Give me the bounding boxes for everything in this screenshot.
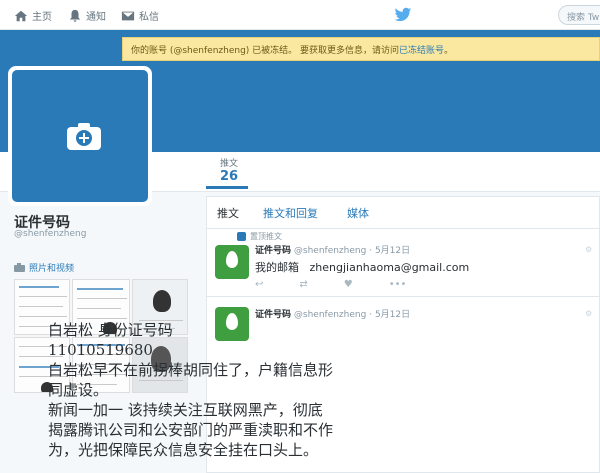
tweet-date[interactable]: 5月12日: [375, 246, 410, 256]
doc-header: [19, 286, 59, 288]
pin-icon: [237, 232, 246, 241]
photos-videos-label: 照片和视频: [29, 264, 75, 274]
tweet-line: 白岩松 身份证号码: [48, 321, 173, 339]
notice-text: 你的账号 (@shenfenzheng) 已被冻结。 要获取更多信息，请访问: [131, 46, 400, 56]
envelope-icon: [121, 11, 135, 20]
tweet-actions: ↩ ⇄ ♥ •••: [255, 279, 406, 290]
tweet-line: 揭露腾讯公司和公安部门的严重渎职和不作: [48, 421, 334, 439]
tweet-body-text: 白岩松 身份证号码 11010519680 白岩松早不在前拐棒胡同住了，户籍信息…: [48, 320, 393, 460]
tweet-text-email: zhengjianhaoma@gmail.com: [309, 261, 470, 274]
nav-home-label: 主页: [32, 12, 52, 23]
doc-line: [77, 298, 127, 299]
camera-icon: [14, 263, 25, 272]
tab-tweets-replies[interactable]: 推文和回复: [263, 205, 318, 221]
timeline-tabs: 推文 推文和回复 媒体: [207, 197, 600, 229]
tweets-stat-label: 推文: [219, 159, 238, 169]
tab-tweets[interactable]: 推文: [217, 205, 239, 221]
tweet-line: 为，光把保障民众信息安全挂在口头上。: [48, 441, 319, 459]
tweet-author-name[interactable]: 证件号码: [255, 246, 291, 256]
pinned-indicator: 置顶推文: [237, 231, 282, 242]
suspended-account-link[interactable]: 已冻结账号: [399, 46, 444, 56]
home-icon: [14, 10, 28, 21]
retweet-icon[interactable]: ⇄: [299, 279, 307, 290]
tweet-header: 证件号码 @shenfenzheng · 5月12日: [255, 310, 411, 320]
add-photo-camera-icon: [67, 123, 101, 150]
photo-face: [153, 290, 171, 312]
twitter-bird-icon[interactable]: [394, 7, 412, 23]
tweet-header: 证件号码 @shenfenzheng · 5月12日: [255, 246, 411, 256]
tweet-author-handle[interactable]: @shenfenzheng: [294, 246, 366, 256]
profile-handle: @shenfenzheng: [14, 229, 87, 239]
search-input[interactable]: 搜索 Twitter: [558, 5, 600, 25]
bell-icon: [69, 9, 81, 22]
active-stat-underline: [206, 186, 248, 189]
avatar[interactable]: [8, 66, 152, 206]
tweet-options-icon[interactable]: ⚙: [585, 245, 592, 254]
reply-icon[interactable]: ↩: [255, 279, 263, 290]
tweet-pinned[interactable]: 置顶推文 证件号码 @shenfenzheng · 5月12日 ⚙ 我的邮箱 z…: [207, 229, 600, 297]
doc-line: [19, 316, 67, 317]
photos-videos-link[interactable]: 照片和视频: [14, 261, 74, 274]
notice-suffix: 。: [444, 46, 454, 56]
nav-notifications[interactable]: 通知: [68, 8, 106, 23]
avatar-placeholder: [12, 70, 148, 202]
tweets-stat[interactable]: 推文 26: [214, 156, 244, 184]
tweet-author-name[interactable]: 证件号码: [255, 310, 291, 320]
tweet-date[interactable]: 5月12日: [375, 310, 410, 320]
doc-header: [77, 288, 123, 290]
tab-media[interactable]: 媒体: [347, 205, 369, 221]
nav-messages-label: 私信: [139, 12, 159, 23]
tweet-line: 同虚设。: [48, 381, 109, 399]
suspension-notice: 你的账号 (@shenfenzheng) 已被冻结。 要获取更多信息，请访问已冻…: [122, 37, 600, 61]
doc-line: [77, 308, 121, 309]
top-nav: 主页 通知 私信 搜索 Twitter: [0, 0, 600, 30]
tweet-line: 11010519680: [48, 341, 153, 359]
like-icon[interactable]: ♥: [344, 279, 353, 290]
tweet-line: 白岩松早不在前拐棒胡同住了，户籍信息形: [48, 361, 334, 379]
doc-line: [19, 306, 63, 307]
nav-messages[interactable]: 私信: [121, 8, 159, 23]
nav-notifications-label: 通知: [86, 12, 106, 23]
pinned-label: 置顶推文: [250, 232, 282, 241]
tweet-avatar[interactable]: [215, 245, 249, 279]
tweet-line: 新闻一加一 该持续关注互联网黑产，彻底: [48, 401, 323, 419]
doc-line: [77, 318, 127, 319]
tweet-options-icon[interactable]: ⚙: [585, 309, 592, 318]
tweet-text-label: 我的邮箱: [255, 261, 299, 274]
tweet-text: 我的邮箱 zhengjianhaoma@gmail.com: [255, 259, 469, 275]
more-icon[interactable]: •••: [389, 279, 407, 290]
tweets-stat-count: 26: [219, 169, 239, 184]
doc-line: [19, 296, 67, 297]
tweet-author-handle[interactable]: @shenfenzheng: [294, 310, 366, 320]
nav-home[interactable]: 主页: [14, 8, 52, 23]
